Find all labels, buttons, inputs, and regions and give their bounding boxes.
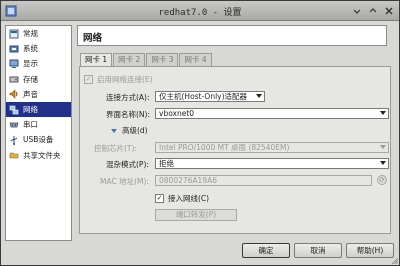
refresh-mac-icon[interactable]: ⟳	[377, 175, 387, 185]
sidebar-item-network[interactable]: 网络	[6, 101, 71, 118]
shared-folder-icon	[9, 152, 19, 159]
sidebar-item-label: USB设备	[23, 135, 54, 145]
sidebar-item-shared-folders[interactable]: 共享文件夹	[6, 148, 71, 163]
attached-to-label: 连接方式(A):	[106, 93, 150, 102]
sidebar-item-label: 存储	[23, 74, 38, 84]
sidebar-item-system[interactable]: 系统	[6, 41, 71, 56]
chevron-down-icon	[379, 110, 387, 117]
window-title: redhat7.0 - 设置	[158, 8, 242, 18]
mac-address-field[interactable]: 0800276A19A6	[155, 175, 372, 186]
system-icon	[9, 45, 19, 53]
mac-address-label: MAC 地址(M):	[100, 177, 149, 186]
cancel-button[interactable]: 取消	[294, 243, 342, 258]
adapter-type-select[interactable]: Intel PRO/1000 MT 桌面 (82540EM)	[155, 142, 389, 153]
minimize-icon[interactable]	[351, 5, 363, 17]
sidebar-item-general[interactable]: 常规	[6, 26, 71, 41]
tab-adapter-3[interactable]: 网卡 3	[146, 53, 179, 66]
help-button[interactable]: 帮助(H)	[346, 243, 394, 258]
network-icon	[9, 105, 19, 114]
sidebar-item-audio[interactable]: 声音	[6, 87, 71, 102]
display-icon	[9, 59, 19, 68]
page-header: 网络	[77, 25, 387, 46]
sidebar-item-label: 显示	[23, 59, 38, 69]
promiscuous-mode-select[interactable]: 拒绝	[155, 158, 389, 169]
adapter-type-value: Intel PRO/1000 MT 桌面 (82540EM)	[159, 143, 290, 152]
chevron-down-icon	[379, 160, 387, 167]
attached-to-value: 仅主机(Host-Only)适配器	[159, 92, 248, 101]
sidebar-item-display[interactable]: 显示	[6, 56, 71, 71]
adapter-panel: ✓ 启用网络连接(E) 连接方式(A): 仅主机(Host-Only)适配器 界…	[79, 66, 391, 234]
settings-dialog: redhat7.0 - 设置 常规 系统 显示 存储 声音 网络 串口 USB设…	[0, 0, 400, 266]
tab-adapter-2[interactable]: 网卡 2	[113, 53, 146, 66]
enable-adapter-label: 启用网络连接(E)	[97, 75, 153, 84]
sidebar-item-storage[interactable]: 存储	[6, 72, 71, 87]
sidebar-item-label: 系统	[23, 44, 38, 54]
cable-connected-label: 接入网线(C)	[168, 194, 210, 203]
interface-name-value: vboxnet0	[159, 109, 195, 118]
tab-adapter-4[interactable]: 网卡 4	[179, 53, 212, 66]
sidebar-item-label: 声音	[23, 89, 38, 99]
sidebar-item-label: 共享文件夹	[23, 150, 61, 160]
port-forwarding-button[interactable]: 端口转发(P)	[155, 209, 237, 221]
adapter-tabs: 网卡 1 网卡 2 网卡 3 网卡 4	[80, 53, 213, 67]
interface-name-select[interactable]: vboxnet0	[155, 108, 389, 119]
page-title: 网络	[83, 33, 103, 44]
serial-port-icon	[9, 122, 19, 128]
enable-adapter-checkbox[interactable]: ✓	[84, 75, 93, 84]
resize-grip-icon[interactable]	[392, 258, 398, 264]
chevron-down-icon	[255, 93, 263, 100]
sidebar-item-serial-port[interactable]: 串口	[6, 117, 71, 132]
storage-icon	[9, 76, 19, 83]
adapter-type-label: 控制芯片(T):	[94, 144, 137, 153]
maximize-icon[interactable]	[367, 5, 379, 17]
cable-connected-checkbox[interactable]: ✓	[155, 194, 164, 203]
promiscuous-mode-value: 拒绝	[159, 159, 174, 168]
advanced-expander[interactable]: 高级(d)	[110, 125, 148, 136]
chevron-down-icon	[379, 144, 387, 151]
attached-to-select[interactable]: 仅主机(Host-Only)适配器	[155, 91, 265, 102]
settings-sidebar: 常规 系统 显示 存储 声音 网络 串口 USB设备 共享文件夹	[5, 25, 72, 241]
close-icon[interactable]	[383, 5, 395, 17]
usb-icon	[10, 135, 18, 145]
general-icon	[9, 29, 19, 39]
interface-name-label: 界面名称(N):	[106, 110, 150, 119]
advanced-label: 高级(d)	[122, 126, 148, 135]
ok-button[interactable]: 确定	[242, 243, 290, 258]
sidebar-item-label: 常规	[23, 29, 38, 39]
promiscuous-mode-label: 混杂模式(P):	[106, 160, 149, 169]
sidebar-item-usb[interactable]: USB设备	[6, 132, 71, 147]
expand-triangle-icon	[111, 128, 117, 133]
tab-adapter-1[interactable]: 网卡 1	[80, 53, 113, 67]
audio-icon	[9, 89, 18, 100]
sidebar-item-label: 串口	[23, 120, 38, 130]
sidebar-item-label: 网络	[23, 105, 38, 115]
title-bar[interactable]: redhat7.0 - 设置	[1, 1, 399, 21]
